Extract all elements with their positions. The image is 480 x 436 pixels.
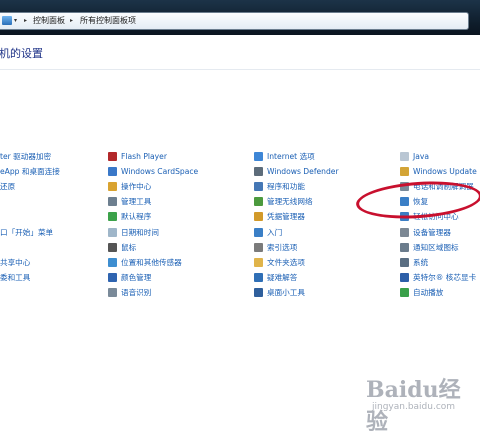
java-icon xyxy=(400,152,409,161)
defender-icon xyxy=(254,167,263,176)
cp-item-label[interactable]: 鼠标 xyxy=(121,242,136,254)
breadcrumb-separator-icon: ▸ xyxy=(24,17,28,24)
cp-item-label[interactable]: Windows CardSpace xyxy=(121,166,198,178)
getting-started-icon xyxy=(254,228,263,237)
cp-item-label[interactable]: 系统 xyxy=(413,257,428,269)
cp-item-label[interactable]: 自动播放 xyxy=(413,287,443,299)
cp-item-label[interactable]: ter 驱动器加密 xyxy=(0,151,51,163)
microphone-icon xyxy=(108,288,117,297)
troubleshooting-icon xyxy=(254,273,263,282)
sensor-icon xyxy=(108,258,117,267)
breadcrumb-all-items[interactable]: 所有控制面板项 xyxy=(80,13,136,29)
cp-item-label[interactable]: 入门 xyxy=(267,227,282,239)
cp-item-label[interactable]: 设备管理器 xyxy=(413,227,451,239)
cp-item-label[interactable]: 通知区域图标 xyxy=(413,242,459,254)
gadgets-icon xyxy=(254,288,263,297)
cp-item-label[interactable]: Java xyxy=(413,151,429,163)
flash-icon xyxy=(108,152,117,161)
cp-item-label[interactable]: 还原 xyxy=(0,181,15,193)
system-icon xyxy=(400,258,409,267)
cp-item-label[interactable]: 默认程序 xyxy=(121,211,151,223)
action-center-icon xyxy=(108,182,117,191)
divider xyxy=(0,69,480,70)
device-manager-icon xyxy=(400,228,409,237)
cp-item-label[interactable]: 文件夹选项 xyxy=(267,257,305,269)
address-bar[interactable]: ▾ ▸ 控制面板 ▸ 所有控制面板项 xyxy=(0,12,469,30)
cp-item-label[interactable]: 索引选项 xyxy=(267,242,297,254)
page-title: 机的设置 xyxy=(0,47,43,60)
cp-item-label[interactable]: 凭据管理器 xyxy=(267,211,305,223)
cp-item-label[interactable]: 操作中心 xyxy=(121,181,151,193)
cp-item-label[interactable]: 颜色管理 xyxy=(121,272,151,284)
window-title-bar: ▾ ▸ 控制面板 ▸ 所有控制面板项 xyxy=(0,0,480,35)
clock-icon xyxy=(108,228,117,237)
cp-item-label[interactable]: 英特尔® 核芯显卡 xyxy=(413,272,476,284)
indexing-icon xyxy=(254,243,263,252)
cp-item-label[interactable]: 疑难解答 xyxy=(267,272,297,284)
cp-item-label[interactable]: 位置和其他传感器 xyxy=(121,257,182,269)
cp-item-label[interactable]: eApp 和桌面连接 xyxy=(0,166,60,178)
cp-item-label[interactable]: Windows Update xyxy=(413,166,477,178)
cardspace-icon xyxy=(108,167,117,176)
red-highlight-ellipse xyxy=(354,177,480,223)
default-programs-icon xyxy=(108,212,117,221)
credential-icon xyxy=(254,212,263,221)
color-management-icon xyxy=(108,273,117,282)
cp-item-label[interactable]: 程序和功能 xyxy=(267,181,305,193)
cp-item-label[interactable]: Flash Player xyxy=(121,151,167,163)
autoplay-icon xyxy=(400,288,409,297)
windows-update-icon xyxy=(400,167,409,176)
admin-tools-icon xyxy=(108,197,117,206)
programs-icon xyxy=(254,182,263,191)
mouse-icon xyxy=(108,243,117,252)
intel-graphics-icon xyxy=(400,273,409,282)
dropdown-arrow-icon[interactable]: ▾ xyxy=(14,13,17,29)
folder-options-icon xyxy=(254,258,263,267)
cp-item-label[interactable]: 管理无线网络 xyxy=(267,196,313,208)
cp-item-label[interactable]: 管理工具 xyxy=(121,196,151,208)
cp-item-label[interactable]: 日期和时间 xyxy=(121,227,159,239)
control-panel-icon xyxy=(2,16,12,25)
cp-item-label[interactable]: Windows Defender xyxy=(267,166,339,178)
cp-item-label[interactable]: 共享中心 xyxy=(0,257,30,269)
breadcrumb-control-panel[interactable]: 控制面板 xyxy=(33,13,65,29)
watermark-url: jingyan.baidu.com xyxy=(372,402,456,412)
baidu-watermark: Baidu经验 jingyan.baidu.com xyxy=(356,368,478,435)
internet-options-icon xyxy=(254,152,263,161)
cp-item-label[interactable]: 口「开始」菜单 xyxy=(0,227,53,239)
breadcrumb-separator-icon[interactable]: ▸ xyxy=(70,13,73,29)
cp-item-label[interactable]: 桌面小工具 xyxy=(267,287,305,299)
cp-item-label[interactable]: 语音识别 xyxy=(121,287,151,299)
notification-area-icon xyxy=(400,243,409,252)
wireless-icon xyxy=(254,197,263,206)
cp-item-label[interactable]: 委和工具 xyxy=(0,272,30,284)
cp-item-label[interactable]: Internet 选项 xyxy=(267,151,315,163)
